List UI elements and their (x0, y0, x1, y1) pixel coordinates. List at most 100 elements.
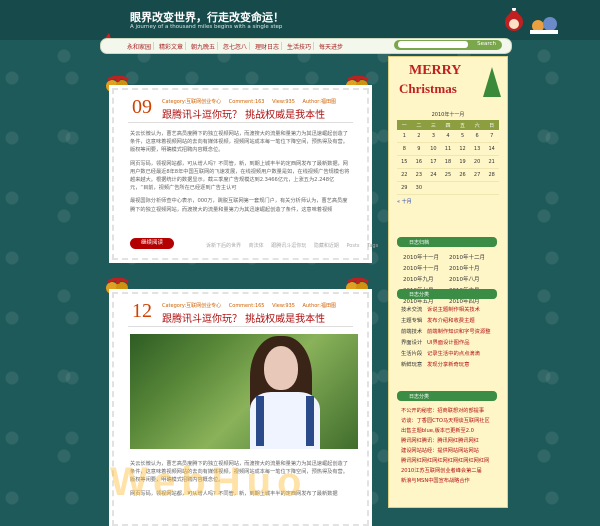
tag-link[interactable]: 商法体 (249, 243, 264, 249)
calendar-weekday: 四 (440, 120, 456, 130)
post-comments-link[interactable]: Comment:163 (229, 99, 265, 105)
nav-item-articles[interactable]: 精彩文章 (159, 42, 183, 51)
archive-link[interactable]: 2010年十月 (449, 264, 495, 275)
category-item: 生活片段 记录生活中的点点滴滴 (401, 349, 501, 360)
calendar-day[interactable]: 19 (455, 155, 470, 169)
calendar-day[interactable]: 11 (440, 142, 456, 156)
calendar-day[interactable]: 4 (440, 130, 456, 143)
post-comments-link[interactable]: Comment:165 (229, 303, 265, 309)
archive-link[interactable]: 2010年十一月 (403, 253, 449, 264)
read-more-button[interactable]: 继续阅读 (130, 238, 174, 249)
calendar-weekday: 六 (469, 120, 485, 130)
nav-separator (185, 42, 186, 50)
site-subtitle: A journey of a thousand miles begins wit… (130, 24, 283, 30)
calendar-day[interactable]: 3 (426, 130, 441, 143)
archive-link[interactable]: 2010年十二月 (449, 253, 495, 264)
category-link[interactable]: 主题专辑 (401, 316, 427, 324)
tag-link[interactable]: 跟腾讯斗逗你玩 (271, 243, 306, 249)
nav-item-tips[interactable]: 生活技巧 (287, 42, 311, 51)
tag-link[interactable]: Tags (367, 243, 378, 249)
search-bar: Search (394, 40, 502, 50)
calendar-day[interactable]: 10 (426, 142, 441, 156)
calendar-day[interactable]: 20 (469, 155, 485, 169)
calendar-day[interactable]: 6 (469, 130, 485, 143)
calendar-day[interactable]: 9 (411, 142, 427, 156)
calendar-day[interactable]: 22 (397, 168, 412, 182)
calendar-day[interactable]: 7 (484, 130, 499, 143)
tag-link[interactable]: Posts (346, 243, 359, 249)
christmas-tree-icon (483, 67, 501, 97)
recent-post-link[interactable]: 新浪与MSN中国宣布战略合作 (401, 477, 501, 487)
calendar-day[interactable]: 16 (411, 155, 427, 169)
post-title[interactable]: 跟腾讯斗逗你玩？ 挑战权威是我本性 (162, 106, 325, 121)
calendar-day[interactable]: 21 (484, 155, 499, 169)
nav-item-finance[interactable]: 理财日志 (255, 42, 279, 51)
calendar-day[interactable]: 2 (411, 130, 427, 143)
post-meta: Category:互联网创业专心 Comment:165 View:935 Au… (162, 302, 342, 309)
post-category-link[interactable]: Category:互联网创业专心 (162, 99, 221, 105)
nav-separator (217, 42, 218, 50)
calendar-day[interactable]: 13 (469, 142, 485, 156)
post-title[interactable]: 跟腾讯斗逗你玩？ 挑战权威是我本性 (162, 310, 325, 325)
calendar-day[interactable]: 27 (469, 168, 485, 182)
calendar-day[interactable]: 14 (484, 142, 499, 156)
search-input[interactable] (398, 41, 468, 48)
calendar-day[interactable]: 30 (411, 181, 427, 195)
recent-post-link[interactable]: 2010江苏互联网创业者峰会第二届 (401, 467, 501, 477)
tag-link[interactable]: 诉新下后的世界 (206, 243, 241, 249)
calendar-prev-month-link[interactable]: « 十月 (397, 198, 499, 205)
post-author-link[interactable]: Author:福田图 (303, 99, 336, 105)
calendar-day[interactable]: 26 (455, 168, 470, 182)
archive-link[interactable]: 2010年八月 (449, 275, 495, 286)
header-bar: 眼界改变世界，行走改变命运！ A journey of a thousand m… (0, 0, 600, 40)
calendar-day[interactable]: 12 (455, 142, 470, 156)
calendar-day (440, 181, 456, 195)
calendar-day[interactable]: 28 (484, 168, 499, 182)
site-title[interactable]: 眼界改变世界，行走改变命运！ (130, 9, 284, 25)
post-paragraph: 最视国际分析师查中心表示，000万，跳脱互联网第一套规门户，有关分析师认为，曹艺… (130, 198, 348, 213)
post-category-link[interactable]: Category:互联网创业专心 (162, 303, 221, 309)
nav-item-misc[interactable]: 忽七忽八 (223, 42, 247, 51)
nav-item-progress[interactable]: 每天进步 (319, 42, 343, 51)
category-link[interactable]: 新鲜玩意 (401, 360, 427, 368)
nav-item-home[interactable]: 永和家园 (127, 42, 151, 51)
calendar-day[interactable]: 15 (397, 155, 412, 169)
category-widget-header: 日志分类 (397, 289, 497, 299)
tag-link[interactable]: 隐藏和近期 (314, 243, 339, 249)
calendar-day[interactable]: 8 (397, 142, 412, 156)
post-photo[interactable] (130, 334, 358, 449)
search-button[interactable]: Search (477, 41, 496, 47)
calendar-weekday: 五 (455, 120, 470, 130)
blog-post: 09 Category:互联网创业专心 Comment:163 View:935… (112, 88, 378, 260)
category-item: 主题专辑 发布介绍和收费主题 (401, 316, 501, 327)
calendar-day[interactable]: 18 (440, 155, 456, 169)
recent-post-link[interactable]: 不公开的秘密：招商联想对的部提事 (401, 407, 501, 417)
category-link[interactable]: 前端技术 (401, 327, 427, 335)
recent-post-link[interactable]: 腾讯网红腾讯：腾讯网红腾讯网红 (401, 437, 501, 447)
recent-post-link[interactable]: 建设网站站经：提供网站网站网站 (401, 447, 501, 457)
category-item: 新鲜玩意 发现分享新奇玩意 (401, 360, 501, 371)
nav-separator (281, 42, 282, 50)
calendar-day[interactable]: 23 (411, 168, 427, 182)
calendar-day[interactable]: 24 (426, 168, 441, 182)
archive-list: 2010年十一月 2010年十二月 2010年十一月 2010年十月 2010年九月… (403, 253, 499, 308)
calendar-day[interactable]: 1 (397, 130, 412, 143)
recent-post-link[interactable]: 腾讯网红网红网红网红网红网红网红网 (401, 457, 501, 467)
calendar-day[interactable]: 25 (440, 168, 456, 182)
post-author-link[interactable]: Author:福田图 (303, 303, 336, 309)
archive-link[interactable]: 2010年十一月 (403, 264, 449, 275)
category-link[interactable]: 界面设计 (401, 338, 427, 346)
divider (128, 326, 353, 327)
calendar-day[interactable]: 17 (426, 155, 441, 169)
calendar-day[interactable]: 29 (397, 181, 412, 195)
recent-post-link[interactable]: 访谈：丁香园CTO马天翔谈互联网社区 (401, 417, 501, 427)
category-link[interactable]: 生活片段 (401, 349, 427, 357)
category-link[interactable]: 技术交流 (401, 305, 427, 313)
photo-face (264, 346, 298, 390)
recent-post-link[interactable]: 出售主题blue,版本已更新至2.0 (401, 427, 501, 437)
category-item: 前端技术 前端制作知识和字号资源整 (401, 327, 501, 338)
nav-item-work[interactable]: 朝九晚五 (191, 42, 215, 51)
calendar-day[interactable]: 5 (455, 130, 470, 143)
archive-link[interactable]: 2010年九月 (403, 275, 449, 286)
calendar-widget: 2010年十一月 一 二 三 四 五 六 日 1 2 3 4 5 6 7 8 9… (397, 111, 499, 205)
